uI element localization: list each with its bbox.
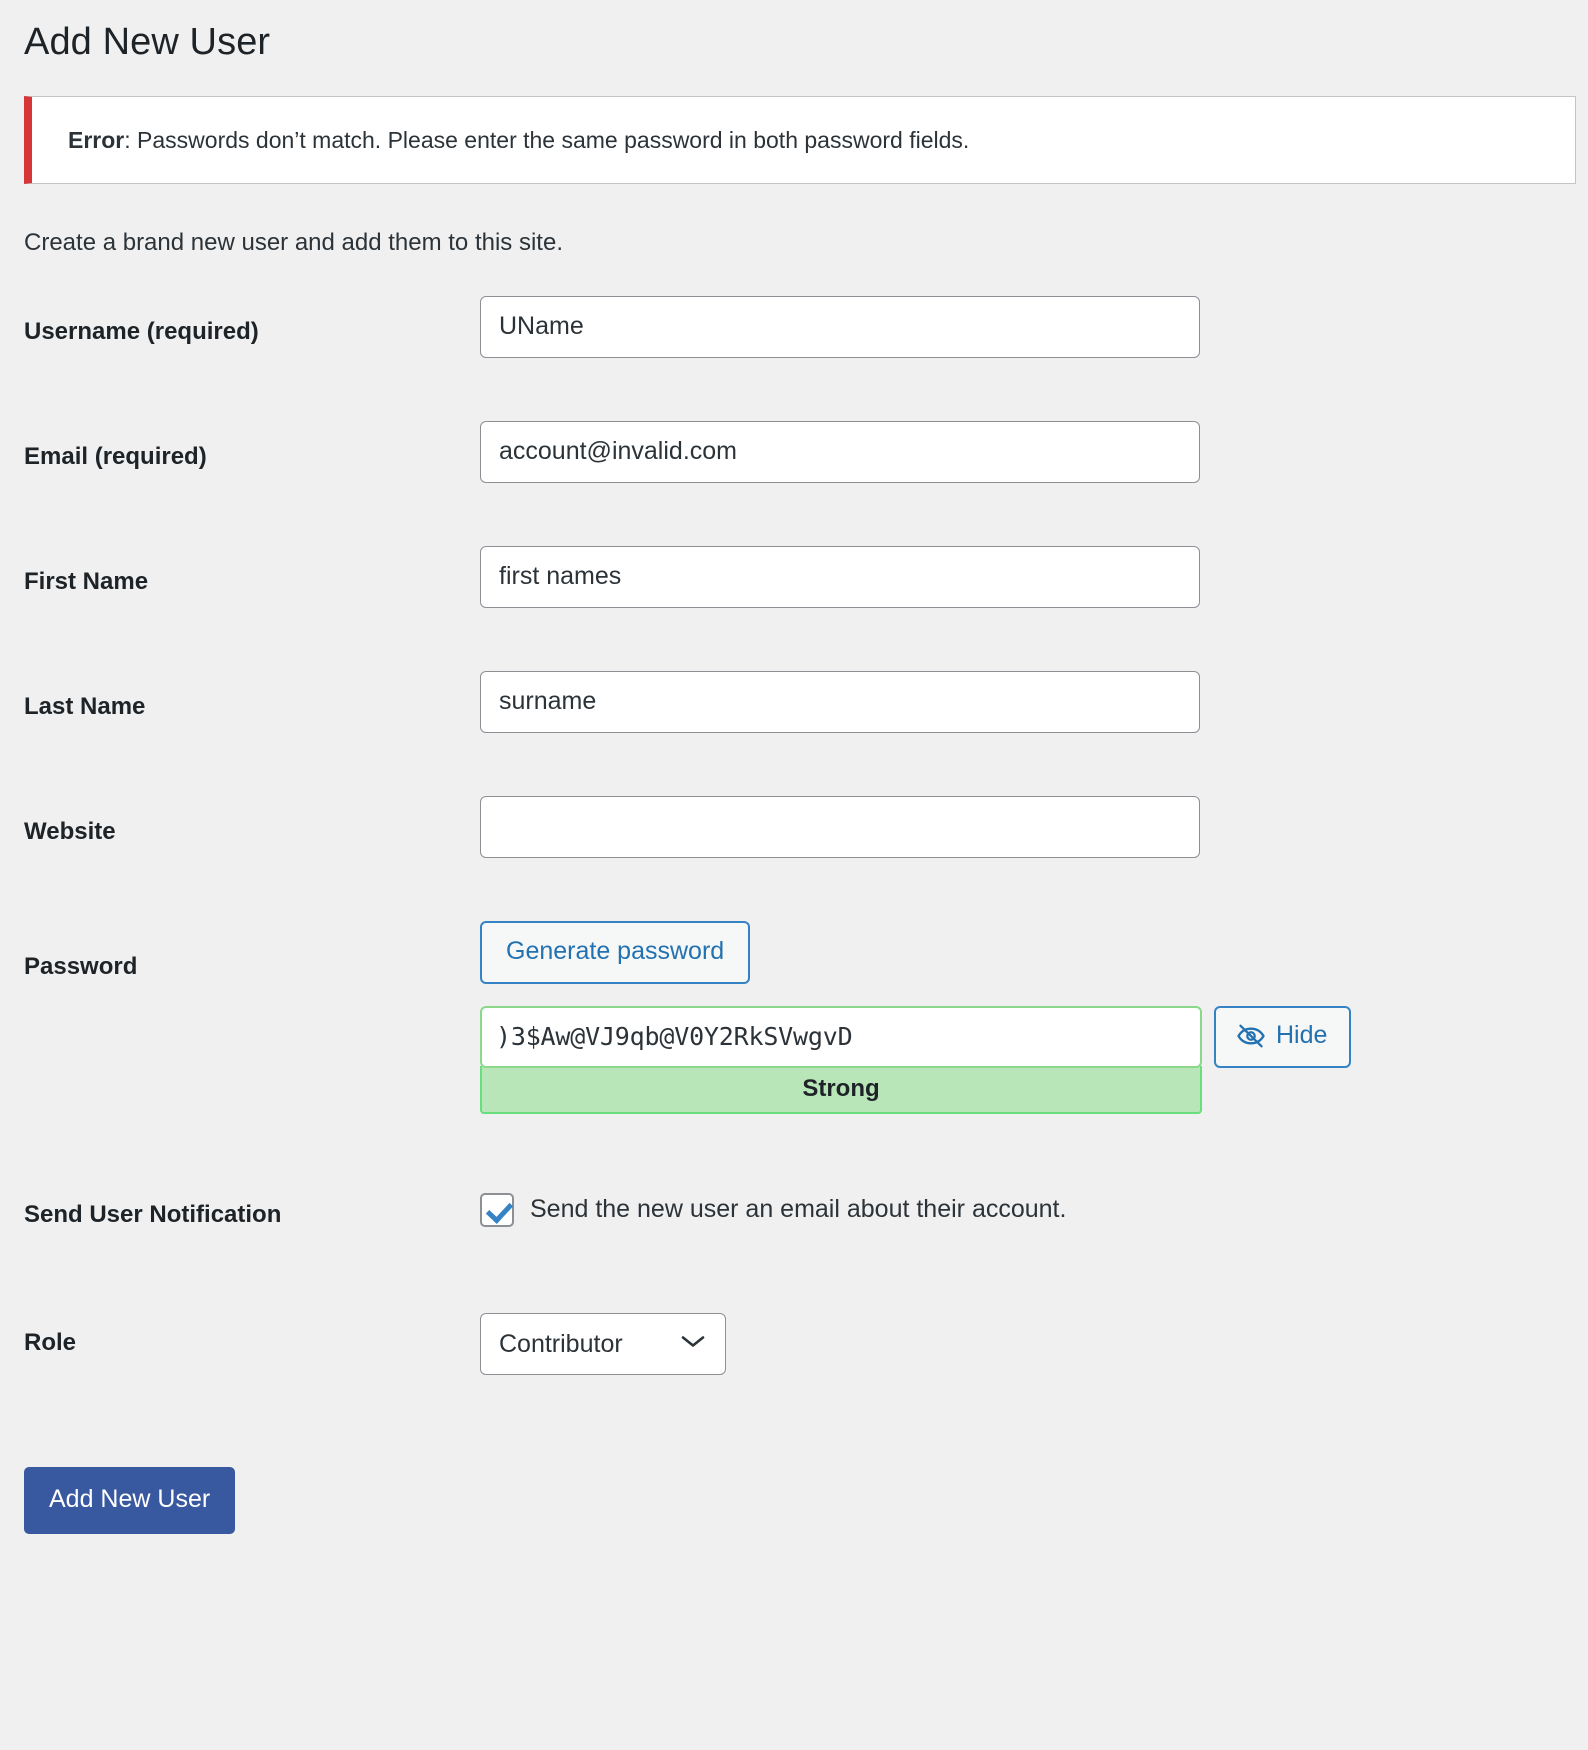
page-title: Add New User	[24, 21, 271, 63]
page-intro: Create a brand new user and add them to …	[24, 229, 563, 257]
password-label: Password	[24, 952, 138, 980]
generate-password-button[interactable]: Generate password	[480, 920, 751, 984]
error-notice-prefix: Error	[68, 126, 125, 153]
first-name-field-wrap	[480, 545, 1588, 608]
add-new-user-page: Add New User Error: Passwords don’t matc…	[0, 0, 1588, 1750]
password-input-row: Hide	[480, 1005, 1588, 1068]
form-row-first-name: First Name	[0, 545, 1588, 671]
send-notification-checkbox-label: Send the new user an email about their a…	[530, 1195, 1067, 1224]
email-input[interactable]	[480, 420, 1200, 483]
add-user-form: Username (required) Email (required) Fir…	[0, 295, 1588, 1534]
role-field-wrap: Contributor	[480, 1312, 1588, 1375]
error-notice: Error: Passwords don’t match. Please ent…	[24, 95, 1576, 185]
form-row-password: Password Generate password Hide	[0, 920, 1588, 1193]
username-input[interactable]	[480, 295, 1200, 358]
error-notice-text: Error: Passwords don’t match. Please ent…	[68, 127, 969, 153]
username-label: Username (required)	[24, 317, 259, 345]
username-field-wrap	[480, 295, 1588, 358]
website-input[interactable]	[480, 795, 1200, 858]
hide-password-label: Hide	[1276, 1021, 1328, 1050]
hide-password-button[interactable]: Hide	[1214, 1005, 1352, 1068]
password-field-wrap: Generate password Hide	[480, 920, 1588, 1114]
submit-area: Add New User	[0, 1423, 1588, 1534]
form-row-last-name: Last Name	[0, 670, 1588, 796]
add-new-user-submit-button[interactable]: Add New User	[24, 1466, 236, 1534]
form-row-website: Website	[0, 795, 1588, 921]
first-name-label: First Name	[24, 567, 149, 595]
form-row-username: Username (required)	[0, 295, 1588, 421]
last-name-input[interactable]	[480, 670, 1200, 733]
form-row-role: Role Contributor	[0, 1312, 1588, 1423]
role-select-wrap: Contributor	[480, 1312, 726, 1375]
first-name-input[interactable]	[480, 545, 1200, 608]
eye-slash-icon	[1236, 1024, 1266, 1048]
send-notification-checkbox[interactable]	[480, 1192, 514, 1227]
form-row-email: Email (required)	[0, 420, 1588, 546]
form-row-send-notification: Send User Notification Send the new user…	[0, 1192, 1588, 1313]
send-notification-field-wrap: Send the new user an email about their a…	[480, 1192, 1588, 1227]
send-notification-checkbox-line[interactable]: Send the new user an email about their a…	[480, 1192, 1588, 1227]
email-label: Email (required)	[24, 442, 207, 470]
password-strength-indicator: Strong	[480, 1065, 1202, 1114]
send-notification-label: Send User Notification	[24, 1200, 282, 1228]
password-input[interactable]	[480, 1005, 1202, 1068]
role-select[interactable]: Contributor	[480, 1312, 726, 1375]
email-field-wrap	[480, 420, 1588, 483]
website-label: Website	[24, 817, 116, 845]
website-field-wrap	[480, 795, 1588, 858]
last-name-label: Last Name	[24, 692, 146, 720]
role-label: Role	[24, 1328, 77, 1356]
error-notice-message: Passwords don’t match. Please enter the …	[130, 126, 970, 153]
last-name-field-wrap	[480, 670, 1588, 733]
